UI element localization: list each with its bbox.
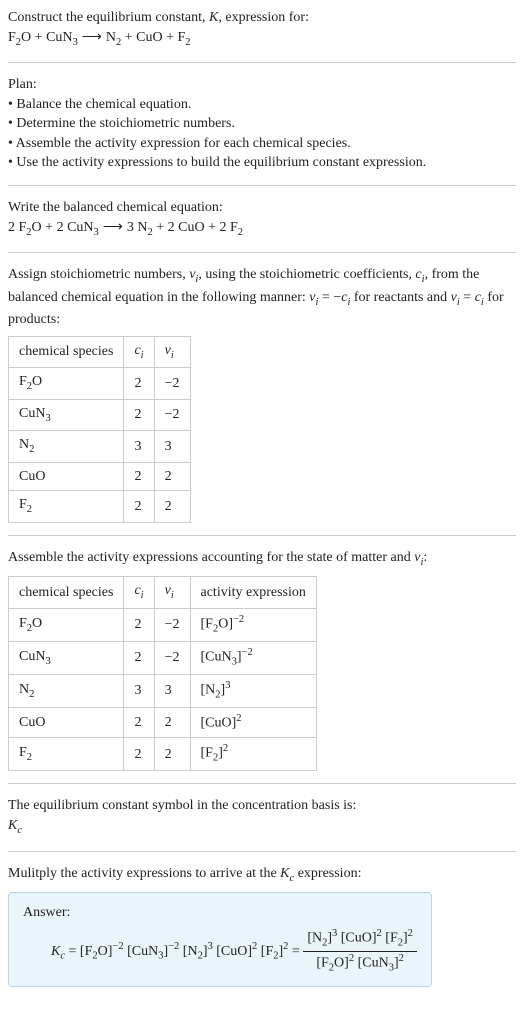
answer-label: Answer: <box>23 903 417 923</box>
nui-cell: −2 <box>154 641 190 674</box>
table-row: N2 3 3 <box>9 431 191 462</box>
table-row: F2O 2 −2 <box>9 368 191 399</box>
divider <box>8 535 516 536</box>
assign-section: Assign stoichiometric numbers, νi, using… <box>8 265 516 523</box>
ci-cell: 2 <box>124 368 154 399</box>
activity-table: chemical species ci νi activity expressi… <box>8 576 317 771</box>
divider <box>8 62 516 63</box>
ci-cell: 3 <box>124 431 154 462</box>
table-header-nui: νi <box>154 336 190 367</box>
table-row: N2 3 3 [N2]3 <box>9 674 317 707</box>
prompt-K: K <box>209 10 218 25</box>
symbol-text: The equilibrium constant symbol in the c… <box>8 796 516 816</box>
ci-cell: 2 <box>124 608 154 641</box>
assemble-section: Assemble the activity expressions accoun… <box>8 548 516 772</box>
answer-fraction: [N2]3 [CuO]2 [F2]2 [F2O]2 [CuN3]2 <box>303 927 417 976</box>
table-row: CuN3 2 −2 <box>9 399 191 430</box>
nui-cell: 3 <box>154 431 190 462</box>
activity-cell: [CuN3]−2 <box>190 641 316 674</box>
reaction-arrow: ⟶ <box>82 28 102 48</box>
table-header-row: chemical species ci νi activity expressi… <box>9 577 317 608</box>
table-row: CuO 2 2 [CuO]2 <box>9 708 317 738</box>
product-1: N2 <box>106 30 121 45</box>
plan-bullet-3: • Assemble the activity expression for e… <box>8 134 516 154</box>
prompt-text-1: Construct the equilibrium constant, <box>8 10 209 25</box>
species-cell: CuN3 <box>9 641 124 674</box>
balanced-title: Write the balanced chemical equation: <box>8 198 516 218</box>
plan-section: Plan: • Balance the chemical equation. •… <box>8 75 516 173</box>
species-cell: CuO <box>9 708 124 738</box>
table-header-row: chemical species ci νi <box>9 336 191 367</box>
nui-cell: −2 <box>154 368 190 399</box>
answer-equation: Kc = [F2O]−2 [CuN3]−2 [N2]3 [CuO]2 [F2]2… <box>51 927 417 976</box>
product-3: F2 <box>178 30 191 45</box>
plan-bullet-2: • Determine the stoichiometric numbers. <box>8 114 516 134</box>
table-header-nui: νi <box>154 577 190 608</box>
nui-cell: 2 <box>154 708 190 738</box>
plan-title: Plan: <box>8 75 516 95</box>
table-row: CuO 2 2 <box>9 462 191 491</box>
ci-cell: 2 <box>124 738 154 771</box>
reactant-2: CuN3 <box>46 30 78 45</box>
nui-cell: 3 <box>154 674 190 707</box>
nui-cell: 2 <box>154 738 190 771</box>
prompt-text-1b: , expression for: <box>218 10 309 25</box>
ci-cell: 2 <box>124 462 154 491</box>
species-cell: F2O <box>9 368 124 399</box>
species-cell: N2 <box>9 674 124 707</box>
reactant-1: F2O <box>8 30 31 45</box>
balanced-section: Write the balanced chemical equation: 2 … <box>8 198 516 240</box>
table-header-species: chemical species <box>9 336 124 367</box>
species-cell: F2 <box>9 491 124 522</box>
divider <box>8 783 516 784</box>
product-2: CuO <box>136 30 162 45</box>
table-header-ci: ci <box>124 577 154 608</box>
divider <box>8 851 516 852</box>
species-cell: CuN3 <box>9 399 124 430</box>
divider <box>8 252 516 253</box>
activity-cell: [N2]3 <box>190 674 316 707</box>
table-header-ci: ci <box>124 336 154 367</box>
species-cell: F2O <box>9 608 124 641</box>
species-cell: N2 <box>9 431 124 462</box>
divider <box>8 185 516 186</box>
nui-cell: 2 <box>154 491 190 522</box>
ci-cell: 2 <box>124 491 154 522</box>
nui-cell: −2 <box>154 399 190 430</box>
fraction-denominator: [F2O]2 [CuN3]2 <box>303 952 417 976</box>
table-row: CuN3 2 −2 [CuN3]−2 <box>9 641 317 674</box>
table-row: F2 2 2 [F2]2 <box>9 738 317 771</box>
activity-cell: [F2O]−2 <box>190 608 316 641</box>
species-cell: CuO <box>9 462 124 491</box>
ci-cell: 3 <box>124 674 154 707</box>
multiply-section: Mulitply the activity expressions to arr… <box>8 864 516 987</box>
activity-cell: [F2]2 <box>190 738 316 771</box>
fraction-numerator: [N2]3 [CuO]2 [F2]2 <box>303 927 417 952</box>
ci-cell: 2 <box>124 708 154 738</box>
nui-cell: 2 <box>154 462 190 491</box>
plan-bullet-1: • Balance the chemical equation. <box>8 95 516 115</box>
table-header-species: chemical species <box>9 577 124 608</box>
table-row: F2 2 2 <box>9 491 191 522</box>
plan-bullet-4: • Use the activity expressions to build … <box>8 153 516 173</box>
stoichiometry-table: chemical species ci νi F2O 2 −2 CuN3 2 −… <box>8 336 191 523</box>
nui-cell: −2 <box>154 608 190 641</box>
answer-box: Answer: Kc = [F2O]−2 [CuN3]−2 [N2]3 [CuO… <box>8 892 432 987</box>
prompt: Construct the equilibrium constant, K, e… <box>8 8 516 50</box>
activity-cell: [CuO]2 <box>190 708 316 738</box>
species-cell: F2 <box>9 738 124 771</box>
table-header-activity: activity expression <box>190 577 316 608</box>
unbalanced-equation: F2O + CuN3 ⟶ N2 + CuO + F2 <box>8 30 191 45</box>
balanced-equation: 2 F2O + 2 CuN3 ⟶ 3 N2 + 2 CuO + 2 F2 <box>8 220 243 235</box>
ci-cell: 2 <box>124 399 154 430</box>
symbol-section: The equilibrium constant symbol in the c… <box>8 796 516 838</box>
ci-cell: 2 <box>124 641 154 674</box>
table-row: F2O 2 −2 [F2O]−2 <box>9 608 317 641</box>
symbol-kc: Kc <box>8 816 516 838</box>
